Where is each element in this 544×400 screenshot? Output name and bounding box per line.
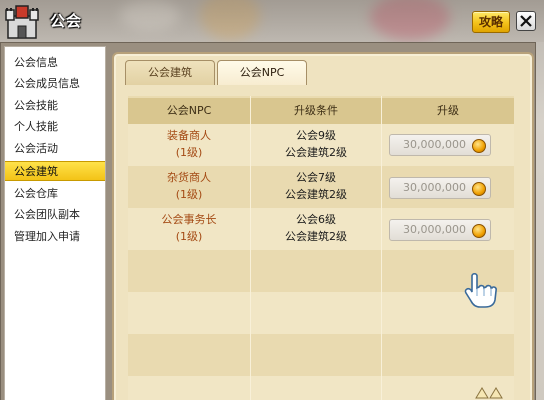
npc-name: 杂货商人 [167, 171, 211, 184]
sidebar-item-members[interactable]: 公会成员信息 [5, 74, 105, 94]
sidebar-item-guild-info[interactable]: 公会信息 [5, 53, 105, 73]
condition-building-level: 公会建筑2级 [285, 188, 347, 201]
sidebar: 公会信息 公会成员信息 公会技能 个人技能 公会活动 公会建筑 公会仓库 公会团… [4, 46, 106, 400]
condition-guild-level: 公会9级 [296, 129, 336, 142]
table-row-empty [128, 292, 514, 334]
sidebar-item-activities[interactable]: 公会活动 [5, 139, 105, 159]
tab-guild-buildings[interactable]: 公会建筑 [125, 60, 215, 85]
npc-level: (1级) [175, 188, 203, 201]
game-screen: 公会 攻略 公会信息 公会成员信息 公会技能 个人技能 公会活动 公会建筑 公会… [0, 0, 544, 400]
header-condition: 升级条件 [294, 104, 338, 117]
coin-icon [472, 139, 486, 153]
upgrade-button[interactable]: 30,000,000 [389, 219, 491, 241]
npc-level: (1级) [175, 146, 203, 159]
npc-level: (1级) [175, 230, 203, 243]
upgrade-button[interactable]: 30,000,000 [389, 134, 491, 156]
table-row-empty [128, 334, 514, 376]
sidebar-item-applications[interactable]: 管理加入申请 [5, 227, 105, 247]
condition-guild-level: 公会7级 [296, 171, 336, 184]
condition-guild-level: 公会6级 [296, 213, 336, 226]
sidebar-item-guild-skills[interactable]: 公会技能 [5, 96, 105, 116]
sidebar-item-raid[interactable]: 公会团队副本 [5, 205, 105, 225]
close-button[interactable] [516, 11, 536, 31]
guide-button[interactable]: 攻略 [472, 11, 510, 33]
coin-icon [472, 182, 486, 196]
tab-guild-npc[interactable]: 公会NPC [217, 60, 307, 85]
coin-icon [472, 224, 486, 238]
corner-decoration-icon [472, 384, 512, 400]
npc-name: 公会事务长 [161, 213, 217, 226]
column-divider [381, 96, 382, 400]
table-row-empty [128, 250, 514, 292]
header-upgrade: 升级 [437, 104, 459, 117]
table-row-empty [128, 376, 514, 400]
condition-building-level: 公会建筑2级 [285, 230, 347, 243]
upgrade-button[interactable]: 30,000,000 [389, 177, 491, 199]
header-npc: 公会NPC [166, 104, 212, 117]
window-title: 公会 [50, 12, 83, 30]
upgrade-cost: 30,000,000 [403, 181, 466, 194]
condition-building-level: 公会建筑2级 [285, 146, 347, 159]
sidebar-item-personal-skills[interactable]: 个人技能 [5, 117, 105, 137]
upgrade-cost: 30,000,000 [403, 138, 466, 151]
hand-cursor-icon [464, 272, 498, 312]
upgrade-cost: 30,000,000 [403, 223, 466, 236]
sidebar-item-buildings[interactable]: 公会建筑 [5, 161, 105, 181]
castle-icon [2, 2, 42, 40]
sidebar-item-storage[interactable]: 公会仓库 [5, 184, 105, 204]
npc-name: 装备商人 [167, 129, 211, 142]
